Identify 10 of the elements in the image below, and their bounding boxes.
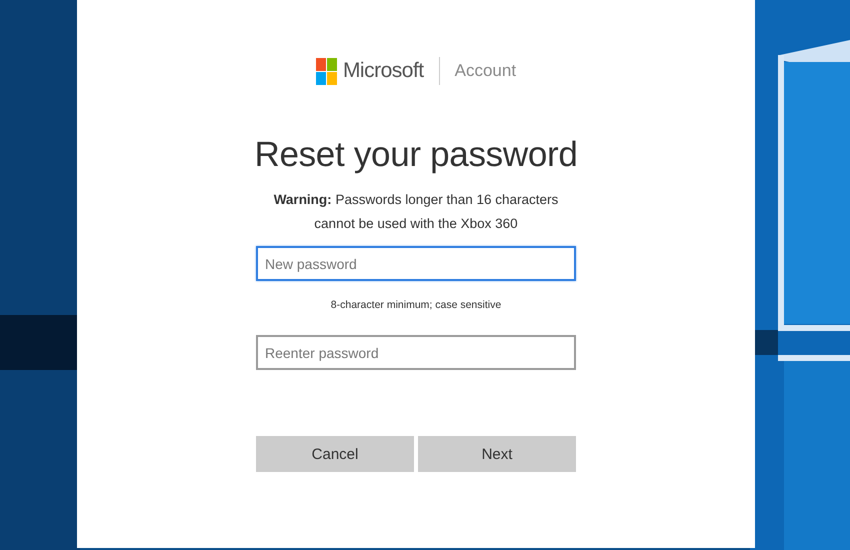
action-button[interactable]: Next <box>418 436 576 472</box>
input-field[interactable]: Reenter password <box>256 335 576 370</box>
input-field[interactable]: New password <box>256 246 576 281</box>
warning-text: Warning: Passwords longer than 16 characters cannot be used with the Xbox 360 <box>272 191 560 233</box>
logo-icon <box>316 58 337 84</box>
page-title: Reset your password <box>254 134 578 176</box>
brand-name: Microsoft <box>342 59 424 83</box>
action-button[interactable]: Cancel <box>256 436 414 472</box>
hint-text: 8-character minimum; case sensitive <box>330 299 502 311</box>
section-name: Account <box>454 61 516 81</box>
